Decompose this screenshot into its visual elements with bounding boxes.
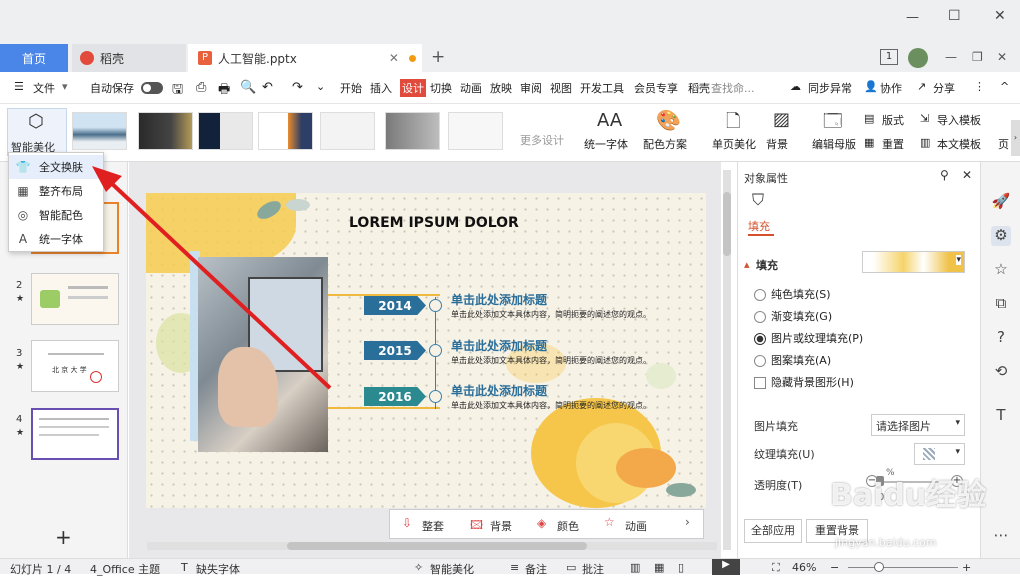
status-bar: 幻灯片 1 / 4 4_Office 主题 T 缺失字体 ✧ 智能美化 ≡ 备注…	[0, 558, 1020, 577]
missing-font-icon: T	[181, 561, 188, 574]
slide-counter: 幻灯片 1 / 4	[10, 563, 72, 576]
watermark: Baidu经验	[830, 478, 987, 513]
sorter-view-icon[interactable]: ▦	[654, 561, 664, 574]
reading-view-icon[interactable]: ▯	[678, 561, 684, 574]
zoom-level[interactable]: 46%	[792, 561, 816, 574]
play-button[interactable]: ▶	[712, 559, 740, 575]
comments-button[interactable]: 批注	[582, 561, 604, 577]
notes-button[interactable]: 备注	[525, 561, 547, 577]
beautify-icon: ✧	[414, 561, 424, 574]
missing-font-button[interactable]: 缺失字体	[196, 561, 240, 577]
zoom-in-button[interactable]: +	[962, 561, 971, 574]
comment-icon: ▭	[566, 561, 577, 574]
notes-icon: ≡	[510, 561, 520, 574]
zoom-out-button[interactable]: −	[830, 561, 839, 574]
zoom-slider[interactable]	[848, 567, 958, 568]
smart-beautify-status-button[interactable]: 智能美化	[430, 561, 474, 577]
theme-name: 4_Office 主题	[90, 563, 161, 576]
watermark-url: jingyan.baidu.com	[835, 536, 937, 549]
zoom-thumb[interactable]	[874, 562, 884, 572]
fit-icon[interactable]: ⛶	[772, 561, 780, 575]
normal-view-icon[interactable]: ▥	[630, 561, 640, 574]
